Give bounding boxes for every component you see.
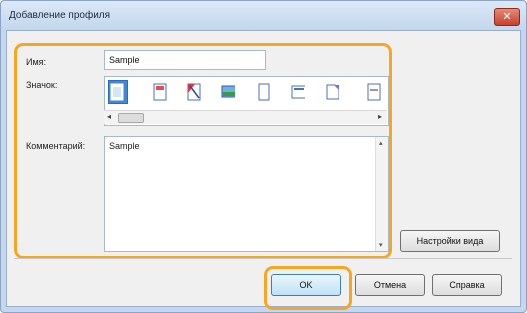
close-icon: ✕	[502, 10, 512, 23]
help-label: Справка	[449, 280, 485, 290]
view-settings-label: Настройки вида	[416, 236, 484, 246]
button-divider	[14, 258, 512, 259]
ok-highlight-frame	[264, 266, 352, 310]
title-bar[interactable]: Добавление профиля ✕	[1, 1, 526, 31]
view-settings-button[interactable]: Настройки вида	[400, 230, 500, 252]
dialog-title: Добавление профиля	[9, 10, 111, 21]
help-button[interactable]: Справка	[432, 274, 502, 296]
form-highlight-frame	[14, 43, 392, 259]
close-button[interactable]: ✕	[494, 8, 520, 26]
cancel-button[interactable]: Отмена	[355, 274, 425, 296]
cancel-label: Отмена	[373, 280, 407, 290]
